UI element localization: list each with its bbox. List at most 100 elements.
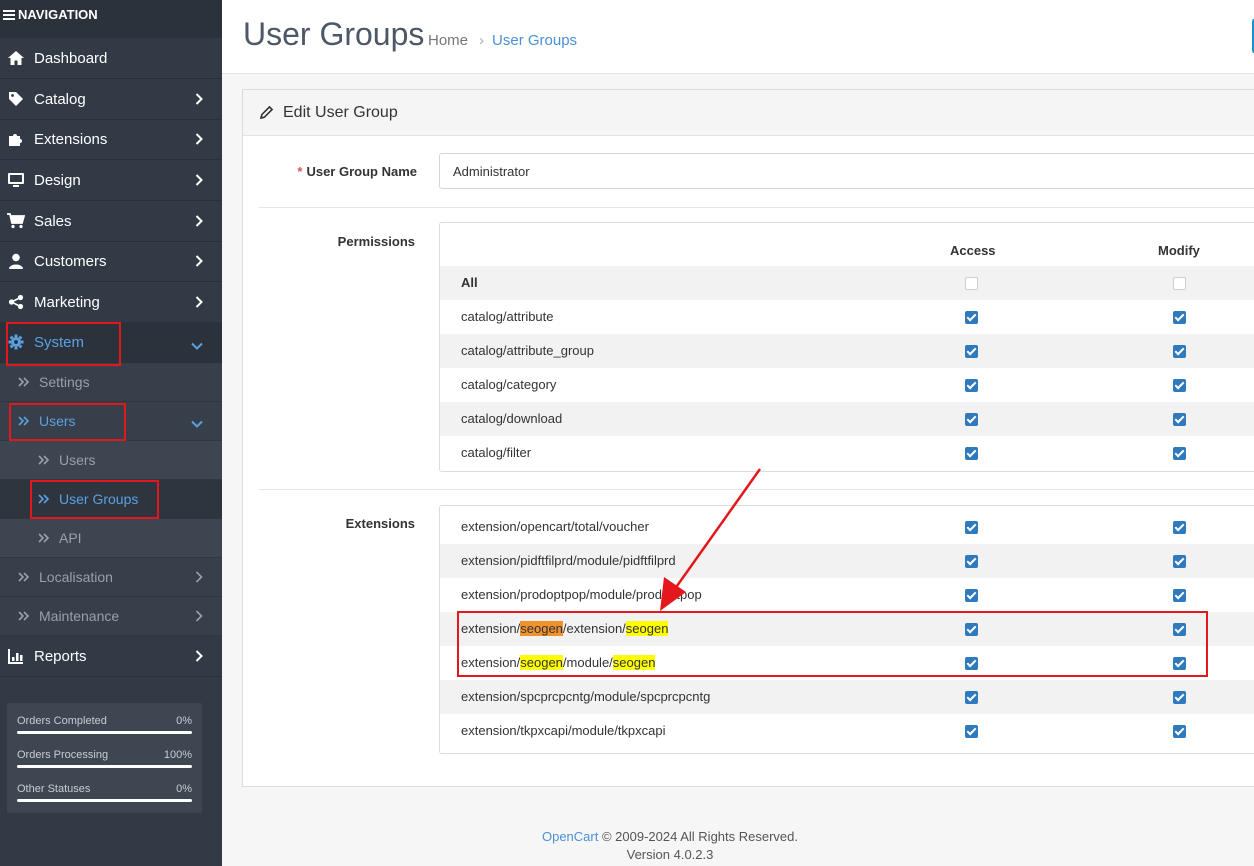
annotation-box-user-groups	[30, 480, 159, 519]
chevron-down-icon	[191, 415, 203, 431]
access-checkbox[interactable]	[965, 379, 978, 392]
modify-checkbox[interactable]	[1173, 691, 1186, 704]
modify-all-checkbox[interactable]	[1173, 277, 1186, 290]
sidebar-item-sales[interactable]: Sales	[0, 201, 222, 242]
sidebar-item-catalog[interactable]: Catalog	[0, 79, 222, 120]
table-row: catalog/attribute	[440, 300, 1254, 334]
progress-bar	[17, 765, 192, 768]
progress-bar	[17, 799, 192, 802]
modify-checkbox[interactable]	[1173, 345, 1186, 358]
divider	[259, 207, 1254, 208]
navigation-header[interactable]: NAVIGATION	[0, 0, 222, 38]
chevron-right-icon	[195, 214, 203, 231]
chevron-right-icon	[195, 295, 203, 312]
permissions-table-header: Access Modify	[440, 223, 1254, 266]
sidebar-subitem-localisation[interactable]: Localisation	[0, 558, 222, 597]
footer-version: Version 4.0.2.3	[626, 847, 714, 862]
breadcrumb-current[interactable]: User Groups	[492, 32, 577, 49]
chevron-down-icon	[191, 337, 203, 354]
edit-user-group-card: Edit User Group *User Group Name Permiss…	[242, 89, 1254, 787]
annotation-arrow-icon	[660, 468, 762, 611]
breadcrumb-home[interactable]: Home	[428, 32, 468, 49]
access-checkbox[interactable]	[965, 311, 978, 324]
modify-checkbox[interactable]	[1173, 725, 1186, 738]
table-row: extension/opencart/total/voucher	[440, 510, 1254, 544]
access-checkbox[interactable]	[965, 691, 978, 704]
chevron-right-icon	[195, 173, 203, 190]
permissions-label: Permissions	[337, 234, 415, 249]
page-header: User Groups Home › User Groups	[222, 0, 1254, 74]
stat-orders-completed: Orders Completed 0%	[17, 713, 192, 747]
modify-checkbox[interactable]	[1173, 379, 1186, 392]
user-icon	[7, 252, 25, 270]
table-row: extension/spcprcpcntg/module/spcprcpcntg	[440, 680, 1254, 714]
breadcrumb-separator-icon: ›	[479, 32, 485, 49]
modify-checkbox[interactable]	[1173, 555, 1186, 568]
annotation-box-system	[6, 322, 121, 366]
sidebar-subitem-maintenance[interactable]: Maintenance	[0, 597, 222, 636]
user-group-name-input[interactable]	[439, 153, 1254, 189]
modify-checkbox[interactable]	[1173, 413, 1186, 426]
page-title: User Groups	[243, 16, 425, 52]
menu-icon	[3, 10, 15, 20]
footer: OpenCart © 2009-2024 All Rights Reserved…	[222, 828, 1118, 864]
access-checkbox[interactable]	[965, 589, 978, 602]
sidebar-subitem-users-list[interactable]: Users	[0, 441, 222, 480]
cart-icon	[7, 212, 25, 230]
table-row: extension/pidftfilprd/module/pidftfilprd	[440, 544, 1254, 578]
modify-checkbox[interactable]	[1173, 521, 1186, 534]
pencil-icon	[259, 105, 274, 120]
sidebar-item-extensions[interactable]: Extensions	[0, 119, 222, 160]
double-chevron-right-icon	[38, 533, 50, 543]
user-group-name-label: * User Group Name	[297, 164, 417, 179]
tag-icon	[7, 90, 25, 108]
modify-checkbox[interactable]	[1173, 589, 1186, 602]
share-icon	[7, 293, 25, 311]
access-column-header: Access	[950, 243, 996, 258]
breadcrumb: Home › User Groups	[428, 32, 577, 49]
access-checkbox[interactable]	[965, 447, 978, 460]
card-header: Edit User Group	[243, 90, 1254, 136]
table-row: catalog/download	[440, 402, 1254, 436]
progress-bar	[17, 731, 192, 734]
access-checkbox[interactable]	[965, 345, 978, 358]
table-row: extension/prodoptpop/module/prodoptpop	[440, 578, 1254, 612]
access-checkbox[interactable]	[965, 555, 978, 568]
double-chevron-right-icon	[18, 377, 30, 387]
extensions-label: Extensions	[345, 516, 415, 531]
chevron-right-icon	[195, 570, 203, 586]
sidebar-item-customers[interactable]: Customers	[0, 241, 222, 282]
sidebar-item-marketing[interactable]: Marketing	[0, 282, 222, 323]
monitor-icon	[7, 171, 25, 189]
chevron-right-icon	[195, 254, 203, 271]
table-row: catalog/filter	[440, 436, 1254, 470]
modify-checkbox[interactable]	[1173, 311, 1186, 324]
access-all-checkbox[interactable]	[965, 277, 978, 290]
annotation-box-users	[9, 403, 126, 441]
table-row: All	[440, 266, 1254, 300]
home-icon	[7, 49, 25, 67]
modify-checkbox[interactable]	[1173, 447, 1186, 460]
table-row: catalog/attribute_group	[440, 334, 1254, 368]
sidebar-item-design[interactable]: Design	[0, 160, 222, 201]
stat-orders-processing: Orders Processing 100%	[17, 747, 192, 781]
table-row: extension/tkpxcapi/module/tkpxcapi	[440, 714, 1254, 748]
footer-brand-link[interactable]: OpenCart	[542, 829, 598, 844]
access-checkbox[interactable]	[965, 413, 978, 426]
modify-column-header: Modify	[1158, 243, 1200, 258]
sidebar-subitem-settings[interactable]: Settings	[0, 363, 222, 402]
double-chevron-right-icon	[38, 455, 50, 465]
chevron-right-icon	[195, 92, 203, 109]
permissions-table[interactable]: Access Modify All catalog/attribute cata…	[439, 222, 1254, 472]
chevron-right-icon	[195, 132, 203, 149]
sidebar-subitem-api[interactable]: API	[0, 519, 222, 558]
sidebar-item-reports[interactable]: Reports	[0, 636, 222, 677]
sidebar-item-dashboard[interactable]: Dashboard	[0, 38, 222, 79]
access-checkbox[interactable]	[965, 521, 978, 534]
double-chevron-right-icon	[18, 611, 30, 621]
chart-icon	[7, 647, 25, 665]
stat-other-statuses: Other Statuses 0%	[17, 781, 192, 815]
puzzle-icon	[7, 130, 25, 148]
table-row: catalog/category	[440, 368, 1254, 402]
access-checkbox[interactable]	[965, 725, 978, 738]
